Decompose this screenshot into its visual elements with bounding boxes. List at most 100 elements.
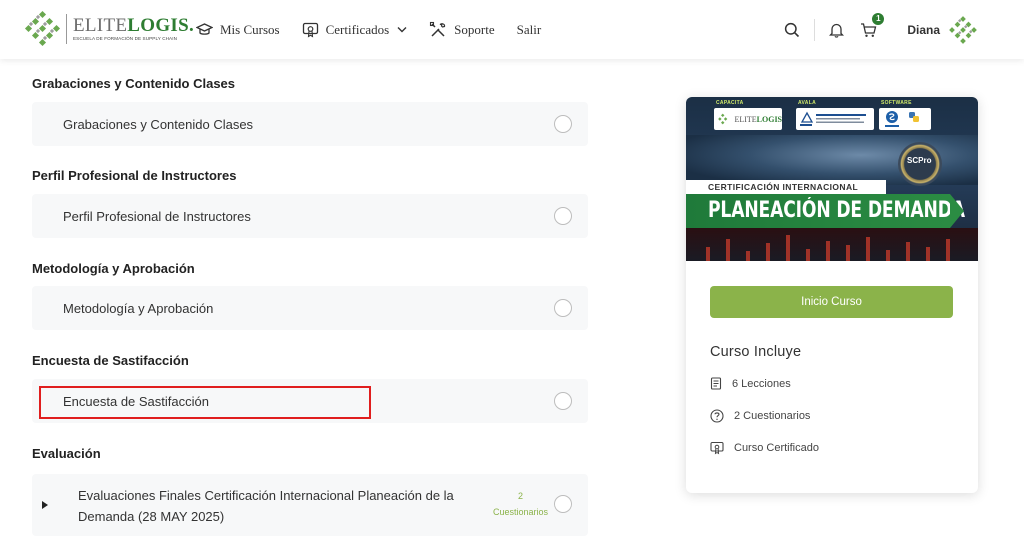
certificate-icon xyxy=(710,441,724,455)
course-banner-image: CAPACITA AVALA SOFTWARE ELITELOGIS SCPro… xyxy=(686,97,978,261)
avala-partner-logo xyxy=(796,108,874,130)
section-title-grabaciones: Grabaciones y Contenido Clases xyxy=(32,76,236,91)
banner-bar xyxy=(706,247,710,261)
banner-label-capacita: CAPACITA xyxy=(716,100,744,106)
nav-soporte[interactable]: Soporte xyxy=(429,21,495,39)
software-logo-graphic xyxy=(885,111,919,127)
elitelogis-partner-logo: ELITELOGIS xyxy=(714,108,782,130)
banner-bar xyxy=(806,249,810,261)
elitelogis-partner-text: ELITELOGIS xyxy=(731,115,782,124)
section-title-evaluacion: Evaluación xyxy=(32,446,101,461)
lesson-label: Evaluaciones Finales Certificación Inter… xyxy=(78,488,454,524)
quiz-count: 2 Cuestionarios xyxy=(493,488,548,520)
nav-salir[interactable]: Salir xyxy=(517,22,542,38)
banner-subtitle: CERTIFICACIÓN INTERNACIONAL xyxy=(686,180,886,194)
logo-brand-elite: ELITE xyxy=(73,15,128,36)
nav-certificados-label: Certificados xyxy=(325,21,390,37)
search-button[interactable] xyxy=(784,22,800,38)
banner-title: PLANEACIÓN DE DEMANDA xyxy=(686,194,965,228)
user-name[interactable]: Diana xyxy=(907,23,940,37)
banner-label-software: SOFTWARE xyxy=(881,100,912,106)
banner-bar xyxy=(786,235,790,261)
include-item-label: Curso Certificado xyxy=(734,442,819,454)
certificate-icon xyxy=(302,22,318,38)
logo-brand: ELITELOGIS. xyxy=(73,16,194,36)
software-partner-logo xyxy=(879,108,931,130)
include-item-certificate: Curso Certificado xyxy=(710,441,819,455)
nav-mis-cursos[interactable]: Mis Cursos xyxy=(196,22,280,38)
banner-title-tip xyxy=(950,194,964,228)
section-title-perfil: Perfil Profesional de Instructores xyxy=(32,168,237,183)
lesson-label: Perfil Profesional de Instructores xyxy=(63,208,251,224)
lesson-label: Grabaciones y Contenido Clases xyxy=(63,116,254,132)
course-card: CAPACITA AVALA SOFTWARE ELITELOGIS SCPro… xyxy=(686,97,978,493)
lesson-metodologia[interactable]: Metodología y Aprobación xyxy=(32,286,588,330)
tools-icon xyxy=(430,21,446,37)
header-divider xyxy=(814,18,816,41)
lesson-perfil[interactable]: Perfil Profesional de Instructores xyxy=(32,194,588,238)
lesson-status-circle xyxy=(554,115,572,133)
logo-tagline: ESCUELA DE FORMACIÓN DE SUPPLY CHAIN xyxy=(73,36,178,41)
top-header: ELITELOGIS. ESCUELA DE FORMACIÓN DE SUPP… xyxy=(0,0,1024,59)
chevron-down-icon xyxy=(397,27,407,33)
course-includes-title: Curso Incluye xyxy=(710,344,802,360)
banner-bar xyxy=(766,243,770,261)
banner-bar xyxy=(746,251,750,261)
lesson-evaluacion[interactable]: Evaluaciones Finales Certificación Inter… xyxy=(32,474,588,536)
elitelogis-partner-elite: ELITE xyxy=(734,114,757,124)
logo-text: ELITELOGIS. ESCUELA DE FORMACIÓN DE SUPP… xyxy=(73,16,194,42)
question-icon xyxy=(710,409,724,423)
nav-salir-label: Salir xyxy=(516,21,542,37)
scpro-seal-text: SCPro xyxy=(907,156,932,165)
quiz-count-number: 2 xyxy=(517,491,523,501)
nav-mis-cursos-label: Mis Cursos xyxy=(220,21,280,37)
start-course-button[interactable]: Inicio Curso xyxy=(710,286,953,318)
cart-button[interactable]: 1 xyxy=(860,12,885,38)
banner-label-avala: AVALA xyxy=(798,100,816,106)
scpro-seal: SCPro xyxy=(898,142,942,186)
include-item-lessons: 6 Lecciones xyxy=(710,377,791,390)
logo-brand-logis: LOGIS. xyxy=(127,15,195,36)
lesson-status-circle xyxy=(554,495,572,513)
logo-mark-icon xyxy=(718,113,728,125)
banner-title-text: PLANEACIÓN DE DEMANDA xyxy=(708,198,965,223)
site-logo[interactable]: ELITELOGIS. ESCUELA DE FORMACIÓN DE SUPP… xyxy=(22,10,194,48)
avatar[interactable] xyxy=(948,15,978,45)
search-icon xyxy=(785,22,800,37)
lesson-label: Encuesta de Sastifacción xyxy=(63,393,209,409)
elitelogis-partner-logis: LOGIS xyxy=(756,114,782,124)
banner-bar xyxy=(846,245,850,261)
banner-bar xyxy=(726,239,730,261)
banner-bar xyxy=(906,242,910,261)
include-item-label: 2 Cuestionarios xyxy=(734,410,811,422)
lesson-status-circle xyxy=(554,299,572,317)
logo-divider xyxy=(66,14,67,44)
lesson-status-circle xyxy=(554,207,572,225)
avala-logo-graphic xyxy=(800,111,866,126)
graduation-cap-icon xyxy=(196,23,213,35)
caret-right-icon[interactable] xyxy=(42,501,48,509)
lesson-grabaciones[interactable]: Grabaciones y Contenido Clases xyxy=(32,102,588,146)
logo-mark-icon xyxy=(24,10,61,47)
main-nav: Mis Cursos Certificados Soporte Salir xyxy=(196,0,563,59)
section-title-metodologia: Metodología y Aprobación xyxy=(32,261,195,276)
section-title-encuesta: Encuesta de Sastifacción xyxy=(32,353,189,368)
lesson-status-circle xyxy=(554,392,572,410)
lesson-encuesta[interactable]: Encuesta de Sastifacción xyxy=(32,379,588,423)
banner-bars xyxy=(686,228,978,261)
nav-certificados[interactable]: Certificados xyxy=(302,22,408,38)
banner-bar xyxy=(826,241,830,261)
header-actions: 1 Diana xyxy=(784,0,978,59)
include-item-quizzes: 2 Cuestionarios xyxy=(710,409,810,423)
include-item-label: 6 Lecciones xyxy=(732,377,791,390)
cart-count-badge: 1 xyxy=(872,12,885,25)
quiz-count-label: Cuestionarios xyxy=(492,507,548,517)
banner-bar xyxy=(946,239,950,261)
banner-bar xyxy=(866,237,870,261)
bell-icon xyxy=(829,23,845,38)
document-icon xyxy=(710,377,722,390)
banner-bar xyxy=(926,247,930,261)
notifications-button[interactable] xyxy=(829,22,845,38)
banner-partners: CAPACITA AVALA SOFTWARE ELITELOGIS xyxy=(686,97,978,137)
lesson-label: Metodología y Aprobación xyxy=(63,300,214,316)
